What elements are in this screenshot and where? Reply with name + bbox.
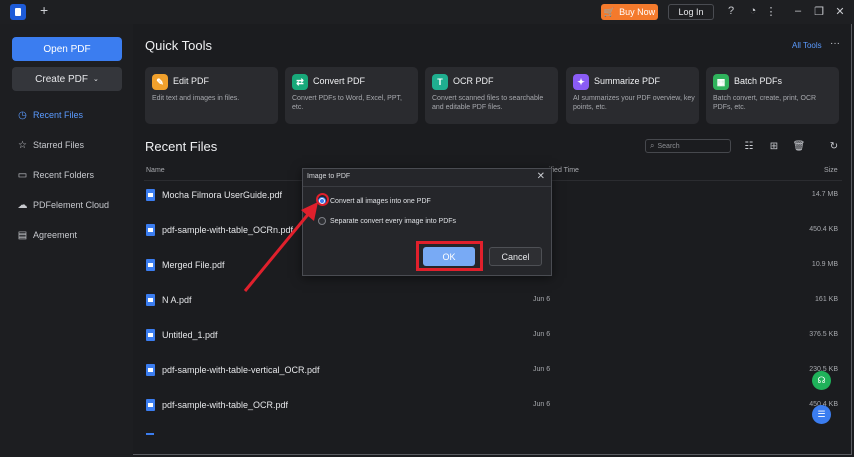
annotation-arrow [243, 202, 318, 292]
arrow-shaft [243, 211, 312, 292]
